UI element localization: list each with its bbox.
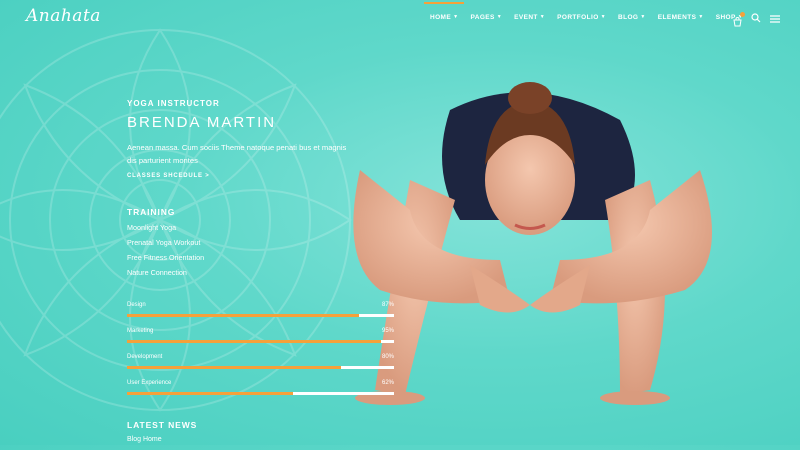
training-item[interactable]: Prenatal Yoga Workout	[127, 238, 204, 253]
skill-percent: 80%	[381, 354, 394, 360]
nav-blog[interactable]: BLOG ▼	[618, 14, 646, 21]
chevron-down-icon: ▼	[539, 14, 546, 20]
skill-label: User Experience	[127, 380, 172, 386]
skill-bar-track	[127, 340, 394, 343]
nav-portfolio-label: PORTFOLIO	[557, 13, 599, 21]
chevron-down-icon: ▼	[698, 14, 704, 20]
skill-bar-fill	[127, 314, 360, 317]
skill-bar-track	[127, 392, 394, 395]
nav-utility-icons	[733, 10, 780, 28]
skill-bar-fill	[127, 392, 293, 395]
chevron-down-icon: ▼	[640, 14, 646, 20]
chevron-down-icon: ▼	[600, 14, 607, 20]
profile-name: BRENDA MARTIN	[127, 114, 277, 131]
training-list: Moonlight Yoga Prenatal Yoga Workout Fre…	[127, 223, 204, 283]
nav-event-label: EVENT	[514, 13, 538, 21]
skill-row: Marketing 95%	[127, 328, 394, 354]
profile-bio: Aenean massa. Cum sociis Theme natoque p…	[127, 143, 347, 165]
cart-icon[interactable]	[733, 12, 745, 27]
nav-elements-label: ELEMENTS	[657, 13, 697, 21]
nav-pages[interactable]: PAGES ▼	[470, 14, 502, 21]
skills-section: Design 87% Marketing 95% Development 80%…	[127, 302, 394, 406]
nav-portfolio[interactable]: PORTFOLIO ▼	[557, 14, 606, 21]
skill-label: Marketing	[127, 328, 154, 334]
main-nav: HOME ▼ PAGES ▼ EVENT ▼ PORTFOLIO ▼ BLOG ▼ ELE…	[423, 0, 755, 34]
skill-bar-track	[127, 314, 394, 317]
site-logo[interactable]: Anahata	[26, 6, 101, 26]
nav-event[interactable]: EVENT ▼	[514, 14, 545, 21]
skill-percent: 95%	[381, 328, 394, 334]
skill-row: Development 80%	[127, 354, 394, 380]
skill-label: Development	[127, 354, 163, 360]
training-item[interactable]: Free Fitness Orientation	[127, 253, 204, 268]
skill-bar-track	[127, 366, 394, 369]
latest-news-title: LATEST NEWS	[127, 420, 198, 430]
search-icon[interactable]	[751, 10, 761, 28]
classes-schedule-link[interactable]: CLASSES SHCEDULE >	[127, 173, 210, 179]
skill-label: Design	[127, 302, 146, 308]
skill-row: User Experience 62%	[127, 380, 394, 406]
training-title: TRAINING	[127, 207, 176, 217]
skill-percent: 87%	[381, 302, 394, 308]
profile-role: YOGA INSTRUCTOR	[127, 99, 220, 108]
skill-percent: 62%	[381, 380, 394, 386]
nav-blog-label: BLOG	[618, 13, 639, 21]
chevron-down-icon: ▼	[496, 14, 503, 20]
training-item[interactable]: Nature Connection	[127, 268, 204, 283]
training-item[interactable]: Moonlight Yoga	[127, 223, 204, 238]
nav-home[interactable]: HOME ▼	[423, 1, 466, 21]
skill-bar-fill	[127, 366, 341, 369]
nav-pages-label: PAGES	[470, 13, 495, 21]
nav-elements[interactable]: ELEMENTS ▼	[658, 14, 704, 21]
news-item[interactable]: Blog Home	[127, 436, 162, 443]
skill-row: Design 87%	[127, 302, 394, 328]
nav-home-label: HOME	[430, 13, 452, 21]
skill-bar-fill	[127, 340, 381, 343]
cart-badge	[740, 12, 745, 17]
chevron-down-icon: ▼	[453, 14, 459, 20]
menu-icon[interactable]	[770, 10, 780, 28]
